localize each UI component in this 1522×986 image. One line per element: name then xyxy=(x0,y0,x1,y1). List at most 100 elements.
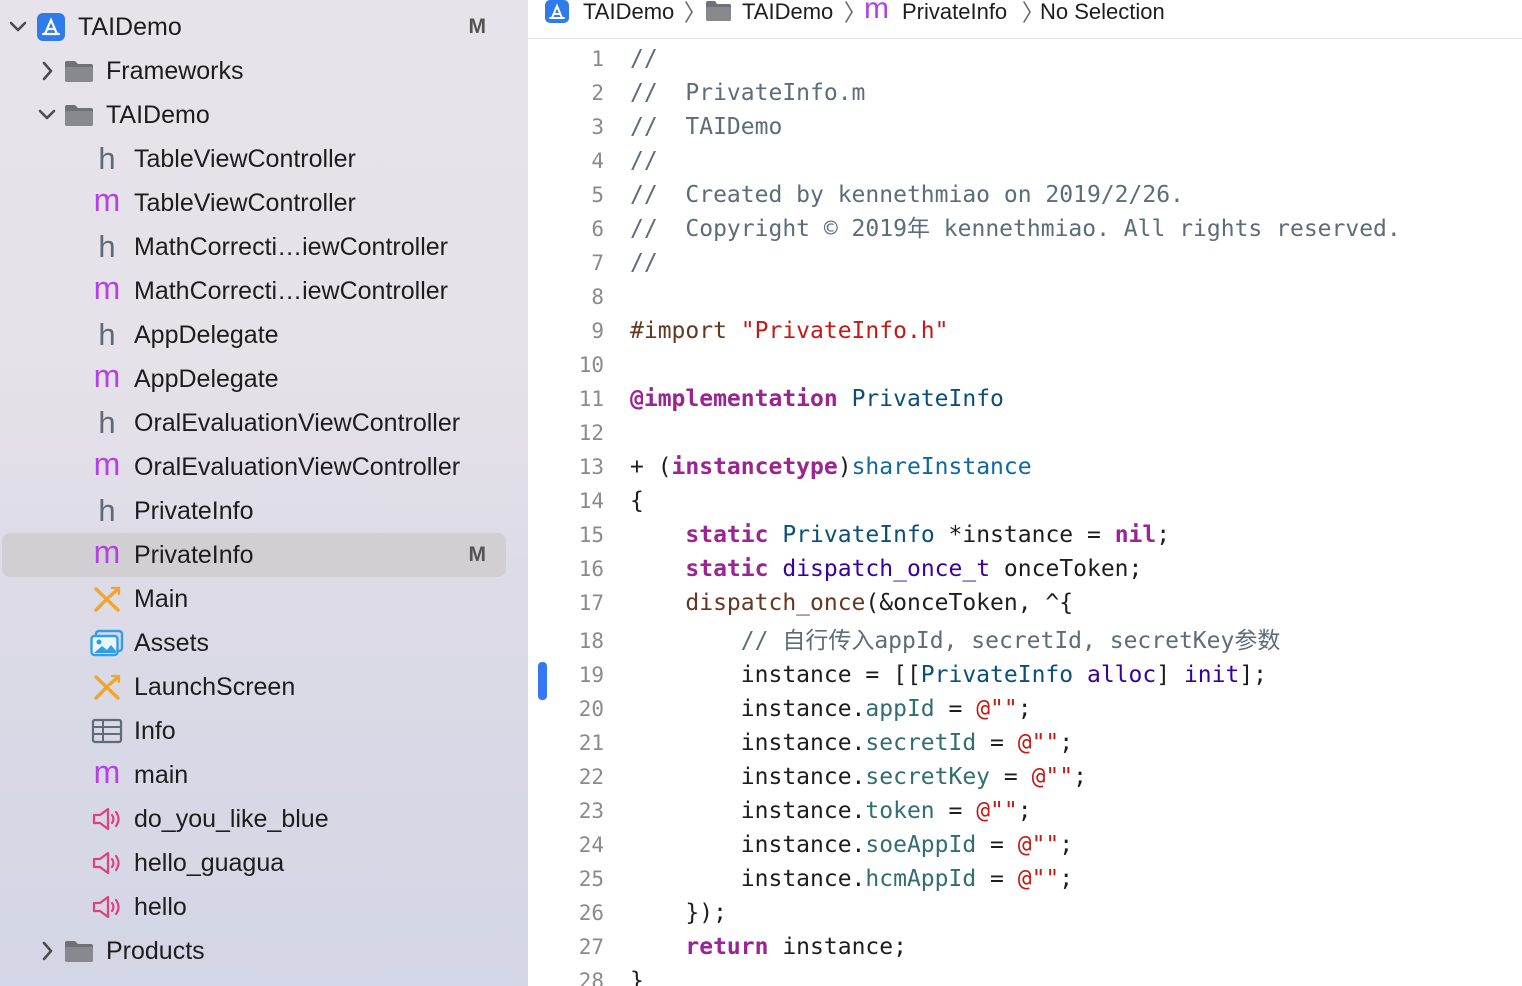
code-line[interactable]: // Created by kennethmiao on 2019/2/26. xyxy=(630,178,1184,212)
navigator-item[interactable]: hello_guagua xyxy=(0,841,528,885)
code-line[interactable]: instance.secretKey = @""; xyxy=(630,760,1087,794)
xcode-project-icon xyxy=(34,12,68,42)
line-number: 24 xyxy=(578,833,604,857)
code-token: instance. xyxy=(630,866,866,892)
code-token: { xyxy=(630,488,644,514)
code-line[interactable]: return instance; xyxy=(630,930,907,964)
code-token: appId xyxy=(865,696,935,722)
chevron-right-icon[interactable] xyxy=(37,59,57,83)
chevron-down-icon[interactable] xyxy=(8,15,28,39)
navigator-item[interactable]: Products xyxy=(0,929,528,973)
code-token: // xyxy=(630,250,658,276)
code-token: @implementation xyxy=(630,386,838,412)
code-token: dispatch_once xyxy=(685,590,866,616)
code-token: instance; xyxy=(768,934,907,960)
code-token: // TAIDemo xyxy=(630,114,783,140)
code-token: instancetype xyxy=(671,454,838,480)
code-line[interactable]: instance.secretId = @""; xyxy=(630,726,1073,760)
code-line[interactable]: // xyxy=(630,144,658,178)
code-line[interactable]: instance.appId = @""; xyxy=(630,692,1032,726)
navigator-item[interactable]: Info xyxy=(0,709,528,753)
code-token: ; xyxy=(1073,764,1087,790)
objc-header-icon: h xyxy=(98,493,116,528)
code-token: // xyxy=(630,46,658,72)
code-line[interactable]: @implementation PrivateInfo xyxy=(630,382,1004,416)
objc-implementation-icon: m xyxy=(93,182,121,218)
code-token: // Created by kennethmiao on 2019/2/26. xyxy=(630,182,1184,208)
code-line[interactable]: #import "PrivateInfo.h" xyxy=(630,314,949,348)
code-token: PrivateInfo xyxy=(920,662,1074,688)
code-line[interactable]: } xyxy=(630,964,644,986)
breadcrumb-item[interactable]: No Selection xyxy=(1040,0,1165,24)
line-number: 18 xyxy=(578,629,604,653)
code-line[interactable]: instance = [[PrivateInfo alloc] init]; xyxy=(630,658,1267,692)
chevron-down-icon[interactable] xyxy=(37,103,57,127)
navigator-item[interactable]: m AppDelegate xyxy=(0,357,528,401)
navigator-item-label: MathCorrecti…iewController xyxy=(134,277,448,305)
navigator-item[interactable]: Frameworks xyxy=(0,49,528,93)
line-number: 26 xyxy=(578,901,604,925)
navigator-item[interactable]: TAIDemo M xyxy=(0,5,528,49)
code-line[interactable]: // xyxy=(630,42,658,76)
navigator-item[interactable]: hello xyxy=(0,885,528,929)
line-number: 2 xyxy=(591,81,604,105)
code-line[interactable]: static dispatch_once_t onceToken; xyxy=(630,552,1142,586)
code-token: instance = [[ xyxy=(630,662,921,688)
navigator-item[interactable]: h OralEvaluationViewController xyxy=(0,401,528,445)
code-line[interactable]: instance.hcmAppId = @""; xyxy=(630,862,1073,896)
code-line[interactable]: }); xyxy=(630,896,727,930)
line-number: 19 xyxy=(578,663,604,687)
navigator-item[interactable]: m main xyxy=(0,753,528,797)
objc-header-icon: h xyxy=(98,229,116,264)
navigator-item-label: TAIDemo xyxy=(78,13,182,41)
line-number: 20 xyxy=(578,697,604,721)
navigator-item[interactable]: m PrivateInfo M xyxy=(0,533,528,577)
objc-header-icon: h xyxy=(98,405,116,440)
code-area[interactable]: 1 // 2 // PrivateInfo.m 3 // TAIDemo 4 // 5 // Cr… xyxy=(528,40,1522,986)
code-token: @"" xyxy=(976,798,1018,824)
navigator-item[interactable]: h AppDelegate xyxy=(0,313,528,357)
navigator-item-label: Products xyxy=(106,937,205,965)
code-token: secretKey xyxy=(865,764,991,790)
breadcrumb-item[interactable]: TAIDemo xyxy=(583,0,674,24)
navigator-item-label: MathCorrecti…iewController xyxy=(134,233,448,261)
navigator-item[interactable]: Main xyxy=(0,577,528,621)
navigator-item[interactable]: LaunchScreen xyxy=(0,665,528,709)
code-line[interactable]: // TAIDemo xyxy=(630,110,782,144)
audio-file-icon xyxy=(90,848,124,878)
navigator-item[interactable]: m MathCorrecti…iewController xyxy=(0,269,528,313)
code-token: onceToken; xyxy=(990,556,1143,582)
code-line[interactable]: // xyxy=(630,246,658,280)
breadcrumb-item[interactable]: PrivateInfo xyxy=(902,0,1007,24)
navigator-item[interactable]: do_you_like_blue xyxy=(0,797,528,841)
code-line[interactable]: dispatch_once(&onceToken, ^{ xyxy=(630,586,1073,620)
code-token: shareInstance xyxy=(851,454,1032,480)
code-line[interactable]: // 自行传入appId, secretId, secretKey参数 xyxy=(630,624,1281,658)
navigator-item[interactable]: h MathCorrecti…iewController xyxy=(0,225,528,269)
code-line[interactable]: instance.token = @""; xyxy=(630,794,1032,828)
code-line[interactable]: // PrivateInfo.m xyxy=(630,76,865,110)
code-token: @"" xyxy=(1017,832,1060,858)
line-number: 17 xyxy=(578,591,604,615)
line-number: 12 xyxy=(578,421,604,445)
code-line[interactable]: static PrivateInfo *instance = nil; xyxy=(630,518,1170,552)
chevron-right-icon[interactable] xyxy=(37,939,57,963)
navigator-item[interactable]: Assets xyxy=(0,621,528,665)
navigator-item[interactable]: h PrivateInfo xyxy=(0,489,528,533)
breadcrumb-item[interactable]: TAIDemo xyxy=(742,0,833,24)
code-token: hcmAppId xyxy=(865,866,977,892)
navigator-item[interactable]: h TableViewController xyxy=(0,137,528,181)
objc-implementation-icon: m xyxy=(93,358,121,394)
code-line[interactable]: + (instancetype)shareInstance xyxy=(630,450,1032,484)
navigator-item[interactable]: m TableViewController xyxy=(0,181,528,225)
navigator-item[interactable]: m OralEvaluationViewController xyxy=(0,445,528,489)
code-token: nil xyxy=(1114,522,1157,548)
line-number: 7 xyxy=(591,251,604,275)
navigator-item[interactable]: TAIDemo xyxy=(0,93,528,137)
code-line[interactable]: // Copyright © 2019年 kennethmiao. All ri… xyxy=(630,212,1401,246)
code-line[interactable]: instance.soeAppId = @""; xyxy=(630,828,1073,862)
code-line[interactable]: { xyxy=(630,484,644,518)
